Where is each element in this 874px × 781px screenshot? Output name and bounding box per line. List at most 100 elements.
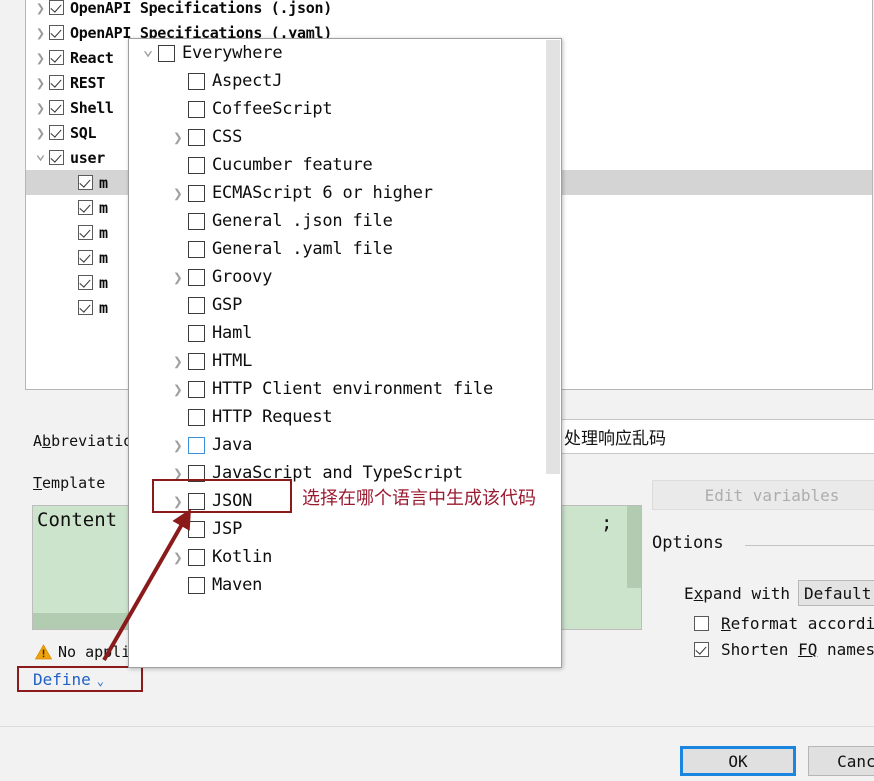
- tree-row-checkbox[interactable]: [78, 200, 93, 215]
- tree-row-checkbox[interactable]: [78, 225, 93, 240]
- popup-item-checkbox[interactable]: [188, 128, 205, 146]
- popup-list-item[interactable]: Haml: [129, 319, 561, 347]
- popup-list-item[interactable]: ❯ JavaScript and TypeScript: [129, 459, 561, 487]
- chevron-down-icon[interactable]: ⌄: [32, 141, 49, 166]
- popup-item-checkbox[interactable]: [188, 100, 205, 118]
- tree-row-checkbox[interactable]: [49, 50, 64, 65]
- tree-row-checkbox[interactable]: [49, 100, 64, 115]
- popup-item-checkbox[interactable]: [188, 212, 205, 230]
- description-input[interactable]: 处理响应乱码: [560, 419, 874, 454]
- abbreviation-label: Abbreviation: [33, 432, 141, 450]
- chevron-placeholder: [168, 235, 188, 263]
- popup-item-label: CSS: [212, 127, 243, 147]
- chevron-right-icon[interactable]: ❯: [168, 543, 188, 571]
- shorten-label-pre: Shorten: [721, 640, 799, 659]
- popup-list-item[interactable]: ❯ HTTP Client environment file: [129, 375, 561, 403]
- editor-vertical-scrollbar[interactable]: [627, 506, 641, 588]
- shorten-fq-names-checkbox[interactable]: [694, 642, 709, 657]
- popup-item-checkbox[interactable]: [188, 352, 205, 370]
- popup-item-checkbox[interactable]: [188, 548, 205, 566]
- chevron-right-icon[interactable]: ❯: [32, 20, 49, 45]
- popup-list-item[interactable]: General .yaml file: [129, 235, 561, 263]
- chevron-right-icon[interactable]: ❯: [32, 70, 49, 95]
- chevron-right-icon[interactable]: ❯: [168, 375, 188, 403]
- popup-list-item[interactable]: ❯ Kotlin: [129, 543, 561, 571]
- popup-item-checkbox[interactable]: [188, 296, 205, 314]
- popup-item-checkbox[interactable]: [188, 268, 205, 286]
- tree-row-checkbox[interactable]: [49, 0, 64, 15]
- tree-row-label: REST: [70, 73, 105, 92]
- popup-list-item[interactable]: ❯ Java: [129, 431, 561, 459]
- chevron-right-icon[interactable]: ❯: [32, 0, 49, 20]
- cancel-button[interactable]: Cancel: [808, 746, 874, 776]
- tree-row-checkbox[interactable]: [49, 25, 64, 40]
- reformat-checkbox[interactable]: [694, 616, 709, 631]
- popup-item-label: General .yaml file: [212, 239, 393, 259]
- popup-item-checkbox[interactable]: [188, 436, 205, 454]
- language-context-popup[interactable]: ⌄ Everywhere AspectJ CoffeeScript ❯ CSS Cucumb…: [128, 38, 562, 668]
- edit-variables-label: Edit variables: [704, 485, 840, 505]
- tree-row-checkbox[interactable]: [49, 150, 64, 165]
- app-root: ❯ OpenAPI Specifications (.json) ❯ OpenAPI …: [0, 0, 874, 781]
- popup-item-checkbox[interactable]: [188, 240, 205, 258]
- popup-item-checkbox[interactable]: [188, 408, 205, 426]
- popup-list-item[interactable]: GSP: [129, 291, 561, 319]
- expand-with-select[interactable]: Default: [797, 580, 874, 606]
- define-contexts-button[interactable]: Define ⌄: [17, 666, 143, 692]
- ok-button-label: OK: [728, 751, 748, 771]
- shorten-label-post: names: [817, 640, 874, 659]
- chevron-right-icon[interactable]: ❯: [168, 487, 188, 515]
- tree-row-checkbox[interactable]: [49, 75, 64, 90]
- ok-button[interactable]: OK: [680, 746, 796, 776]
- popup-list-item[interactable]: AspectJ: [129, 67, 561, 95]
- popup-item-checkbox[interactable]: [188, 520, 205, 538]
- popup-list-item[interactable]: ❯ ECMAScript 6 or higher: [129, 179, 561, 207]
- chevron-right-icon[interactable]: ❯: [168, 123, 188, 151]
- popup-rows-container: ⌄ Everywhere AspectJ CoffeeScript ❯ CSS Cucumb…: [129, 39, 561, 599]
- tree-row-checkbox[interactable]: [49, 125, 64, 140]
- edit-variables-button[interactable]: Edit variables: [652, 480, 874, 510]
- annotation-text: 选择在哪个语言中生成该代码: [302, 488, 536, 509]
- popup-item-checkbox[interactable]: [188, 464, 205, 482]
- popup-item-label: HTTP Client environment file: [212, 379, 493, 399]
- chevron-right-icon[interactable]: ❯: [168, 179, 188, 207]
- popup-item-label: AspectJ: [212, 71, 283, 91]
- chevron-right-icon[interactable]: ❯: [168, 347, 188, 375]
- chevron-right-icon[interactable]: ❯: [168, 459, 188, 487]
- popup-item-checkbox[interactable]: [188, 576, 205, 594]
- popup-list-item[interactable]: ❯ HTML: [129, 347, 561, 375]
- popup-list-item[interactable]: ⌄ Everywhere: [129, 39, 561, 67]
- popup-list-item[interactable]: CoffeeScript: [129, 95, 561, 123]
- popup-item-label: Haml: [212, 323, 253, 343]
- popup-item-checkbox[interactable]: [188, 156, 205, 174]
- chevron-right-icon[interactable]: ❯: [32, 45, 49, 70]
- tree-row-checkbox[interactable]: [78, 300, 93, 315]
- popup-list-item[interactable]: ❯ Groovy: [129, 263, 561, 291]
- chevron-right-icon[interactable]: ❯: [32, 95, 49, 120]
- chevron-right-icon[interactable]: ❯: [168, 431, 188, 459]
- popup-scrollbar-thumb[interactable]: [546, 40, 560, 474]
- tree-row[interactable]: ❯ OpenAPI Specifications (.json): [26, 0, 872, 20]
- tree-row-label: OpenAPI Specifications (.json): [70, 0, 332, 17]
- popup-list-item[interactable]: Maven: [129, 571, 561, 599]
- popup-list-item[interactable]: Cucumber feature: [129, 151, 561, 179]
- popup-item-checkbox[interactable]: [188, 184, 205, 202]
- chevron-right-icon[interactable]: ❯: [168, 263, 188, 291]
- popup-item-checkbox[interactable]: [188, 72, 205, 90]
- shorten-fq-names-option-row[interactable]: Shorten FQ names: [694, 640, 874, 659]
- popup-item-label: HTTP Request: [212, 407, 333, 427]
- popup-item-checkbox[interactable]: [188, 380, 205, 398]
- popup-item-checkbox[interactable]: [188, 324, 205, 342]
- popup-item-checkbox[interactable]: [158, 44, 175, 62]
- popup-list-item[interactable]: JSP: [129, 515, 561, 543]
- chevron-down-icon[interactable]: ⌄: [138, 39, 158, 63]
- tree-row-checkbox[interactable]: [78, 275, 93, 290]
- popup-list-item[interactable]: General .json file: [129, 207, 561, 235]
- reformat-option-row[interactable]: Reformat according to style: [694, 614, 874, 633]
- tree-row-checkbox[interactable]: [78, 250, 93, 265]
- popup-item-checkbox[interactable]: [188, 492, 205, 510]
- expand-with-label-mnemonic: x: [693, 583, 704, 603]
- popup-list-item[interactable]: ❯ CSS: [129, 123, 561, 151]
- popup-list-item[interactable]: HTTP Request: [129, 403, 561, 431]
- tree-row-checkbox[interactable]: [78, 175, 93, 190]
